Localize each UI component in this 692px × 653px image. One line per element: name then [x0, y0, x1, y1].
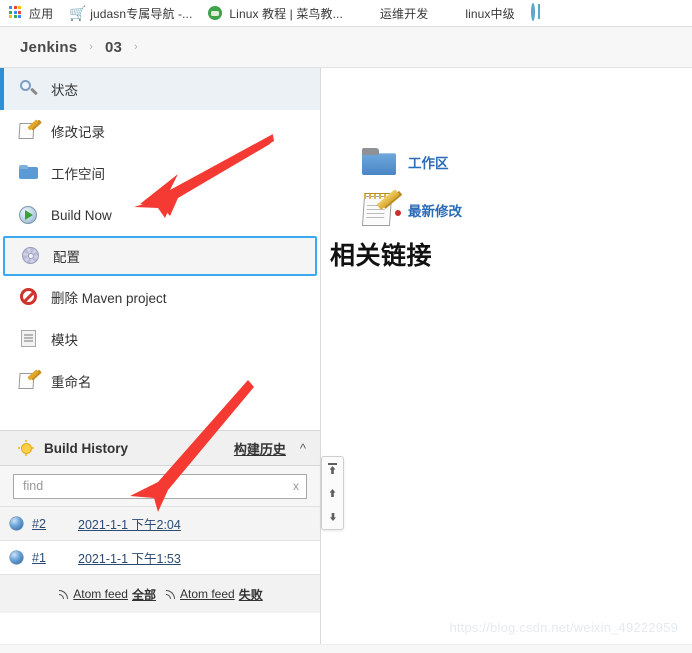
rss-icon [57, 588, 69, 600]
workspace-link-label[interactable]: 工作区 [408, 152, 449, 172]
chevron-up-icon[interactable]: ^ [300, 441, 306, 456]
sidebar-item-label: 工作空间 [51, 167, 105, 182]
sidebar-item-modules[interactable]: 模块 [0, 318, 320, 360]
chevron-right-icon: › [89, 41, 93, 53]
build-history-title: Build History [44, 440, 129, 456]
bookmark-overflow[interactable] [530, 3, 547, 21]
atom-feed-failed-link[interactable]: Atom feed 失败 [164, 586, 263, 603]
browser-bookmarks-bar: 应用 🛒 judasn专属导航 -... Linux 教程 | 菜鸟教... 运… [0, 0, 692, 27]
atom-feed-failed-suffix: 失败 [238, 587, 263, 602]
sidebar-item-label: 重命名 [51, 375, 92, 390]
sidebar-item-label: 修改记录 [51, 125, 105, 140]
tux-icon [444, 5, 460, 21]
rss-icon [164, 588, 176, 600]
latest-changes-link-label[interactable]: 最新修改 [408, 200, 462, 220]
sidebar-item-rename[interactable]: 重命名 [0, 360, 320, 402]
rename-pencil-icon [18, 370, 40, 392]
bookmark-apps[interactable]: 应用 [8, 5, 53, 22]
breadcrumb: Jenkins › 03 › [0, 27, 692, 68]
link-row-latest-changes[interactable]: 最新修改 [360, 190, 692, 230]
bookmark-label: judasn专属导航 -... [90, 6, 193, 21]
atom-feed-failed-prefix: Atom feed [180, 587, 235, 601]
related-links-heading: 相关链接 [330, 242, 433, 270]
build-date-link[interactable]: 2021-1-1 下午1:53 [78, 548, 181, 567]
bookmark-label: Linux 教程 | 菜鸟教... [229, 6, 343, 21]
atom-feed-all-link[interactable]: Atom feed 全部 [57, 586, 156, 603]
bookmark-linux-intermediate[interactable]: linux中级 [444, 5, 514, 22]
sidebar-item-configure[interactable]: 配置 [3, 236, 317, 276]
sidebar-item-label: 删除 Maven project [51, 291, 167, 306]
build-number-link[interactable]: #1 [32, 551, 78, 565]
search-icon [18, 78, 40, 100]
sidebar-item-label: Build Now [51, 207, 112, 223]
breadcrumb-item-job[interactable]: 03 [105, 39, 122, 56]
clipped-header-text [372, 56, 552, 68]
bookmark-label: linux中级 [465, 6, 515, 21]
blue-ball-icon [10, 551, 23, 564]
screenshot-root: 应用 🛒 judasn专属导航 -... Linux 教程 | 菜鸟教... 运… [0, 0, 692, 653]
build-history-zh-link[interactable]: 构建历史 [234, 439, 286, 458]
watermark-text: https://blog.csdn.net/weixin_49222959 [449, 620, 678, 635]
link-row-workspace[interactable]: 工作区 [360, 142, 692, 182]
gear-icon [20, 245, 42, 267]
scroll-down-button[interactable] [325, 508, 340, 526]
atom-feed-bar: Atom feed 全部 Atom feed 失败 [0, 574, 320, 613]
sidebar-item-label: 配置 [53, 250, 80, 265]
sidebar-item-changes[interactable]: 修改记录 [0, 110, 320, 152]
chevron-right-icon: › [134, 41, 138, 53]
sidebar-item-workspace[interactable]: 工作空间 [0, 152, 320, 194]
build-history-scroll-controls [321, 456, 344, 530]
build-number-link[interactable]: #2 [32, 517, 78, 531]
tux-icon [359, 5, 375, 21]
build-row[interactable]: #1 2021-1-1 下午1:53 [0, 540, 320, 574]
scroll-to-top-button[interactable] [325, 460, 340, 478]
cart-icon: 🛒 [69, 5, 87, 21]
bookmark-linux-tutorial[interactable]: Linux 教程 | 菜鸟教... [208, 5, 343, 22]
globe-icon [530, 3, 547, 21]
build-history-find-row: x [0, 466, 320, 506]
bookmark-label: 应用 [29, 6, 54, 21]
notepad-pencil-large-icon [360, 190, 401, 230]
atom-feed-all-suffix: 全部 [131, 587, 156, 602]
clear-icon[interactable]: x [288, 479, 299, 493]
module-icon [18, 328, 40, 350]
sun-icon [18, 440, 34, 456]
build-date-link[interactable]: 2021-1-1 下午2:04 [78, 514, 181, 533]
sidebar-item-delete-project[interactable]: 删除 Maven project [0, 276, 320, 318]
green-circle-icon [208, 5, 224, 21]
bottom-strip [0, 644, 692, 653]
build-find-box[interactable]: x [13, 473, 307, 499]
delete-deny-icon [18, 286, 40, 308]
sidebar-item-build-now[interactable]: Build Now [0, 194, 320, 236]
sidebar-item-label: 状态 [51, 83, 78, 98]
bookmark-label: 运维开发 [379, 6, 429, 21]
build-history-header: Build History 构建历史 ^ [0, 430, 320, 466]
build-play-icon [18, 204, 40, 226]
sidebar-task-panel: 状态 修改记录 工作空间 Build Now 配置 删除 Maven proje… [0, 68, 321, 653]
note-pencil-icon [18, 120, 40, 142]
build-find-input[interactable] [21, 478, 288, 494]
apps-grid-icon [8, 5, 24, 21]
bookmark-judasn[interactable]: 🛒 judasn专属导航 -... [69, 5, 192, 22]
scroll-up-button[interactable] [325, 484, 340, 502]
main-content: 工作区 最新修改 相关链接 [322, 68, 692, 653]
build-row[interactable]: #2 2021-1-1 下午2:04 [0, 506, 320, 540]
folder-icon [18, 162, 40, 184]
sidebar-item-label: 模块 [51, 333, 78, 348]
atom-feed-all-prefix: Atom feed [73, 587, 128, 601]
blue-ball-icon [10, 517, 23, 530]
breadcrumb-item-jenkins[interactable]: Jenkins [20, 39, 77, 56]
folder-large-icon [360, 142, 400, 182]
bookmark-ops-dev[interactable]: 运维开发 [359, 5, 428, 22]
sidebar-item-status[interactable]: 状态 [0, 68, 320, 110]
